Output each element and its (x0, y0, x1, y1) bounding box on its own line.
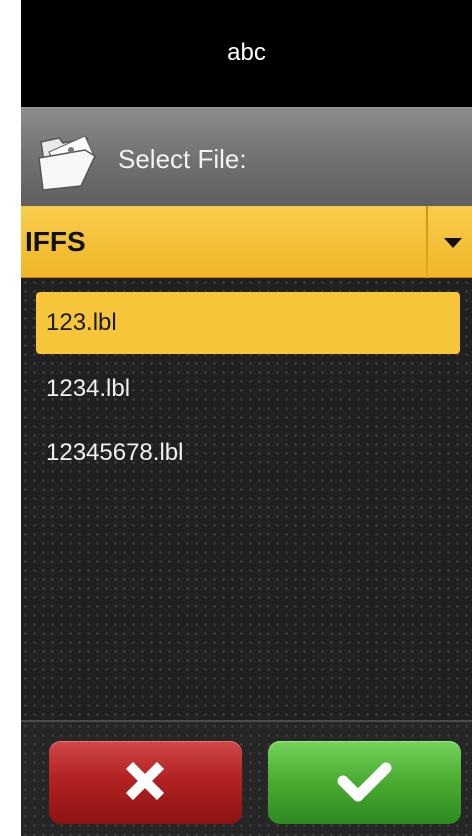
storage-dropdown[interactable]: IFFS (21, 206, 472, 278)
title-bar: abc (21, 0, 472, 107)
device-screen: abc Select File: IFFS 123.lbl 1234.lbl 1… (21, 0, 472, 836)
dropdown-divider (426, 206, 428, 278)
left-margin (0, 0, 21, 836)
file-item[interactable]: 123.lbl (36, 292, 460, 354)
cross-icon (125, 761, 165, 801)
folder-open-icon (38, 135, 96, 191)
file-item[interactable]: 1234.lbl (36, 358, 460, 420)
file-name: 12345678.lbl (46, 439, 184, 466)
file-list: 123.lbl 1234.lbl 12345678.lbl (21, 278, 472, 720)
ok-button[interactable] (268, 741, 461, 824)
footer-bar (21, 720, 472, 836)
window-title: abc (227, 38, 266, 66)
caret-down-icon[interactable] (438, 230, 468, 254)
file-name: 123.lbl (46, 309, 117, 336)
select-file-header: Select File: (21, 107, 472, 206)
checkmark-icon (337, 762, 392, 802)
file-item[interactable]: 12345678.lbl (36, 422, 460, 484)
cancel-button[interactable] (49, 741, 242, 824)
dropdown-value: IFFS (25, 226, 86, 257)
file-name: 1234.lbl (46, 375, 131, 402)
header-label: Select File: (118, 144, 247, 174)
